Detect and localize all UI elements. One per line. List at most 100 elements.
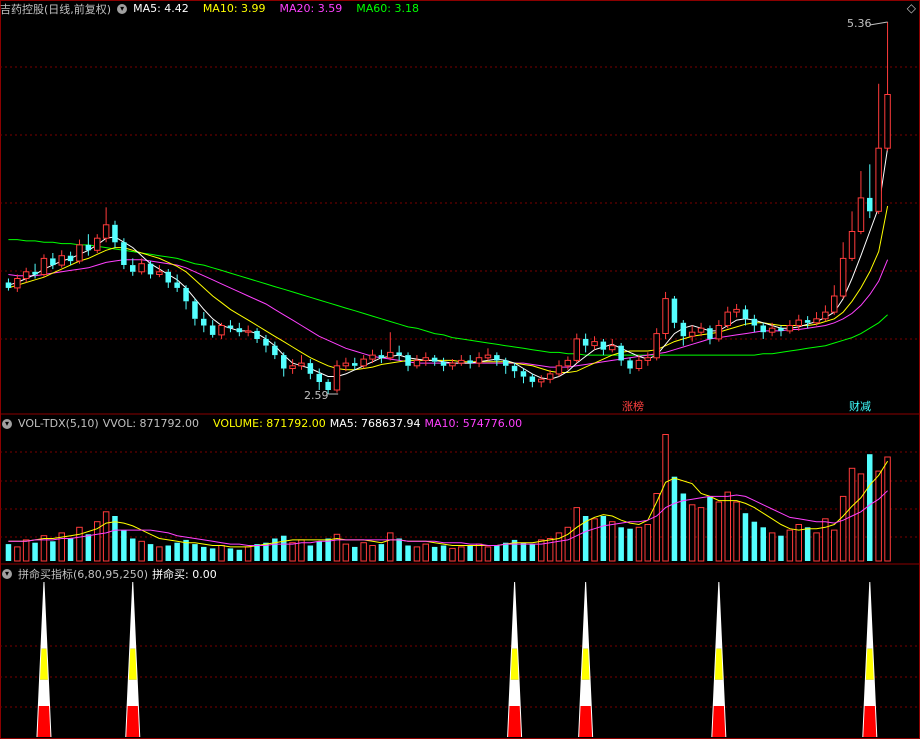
candle-body xyxy=(289,365,296,369)
candle-body xyxy=(130,265,136,272)
signal-spike-segment xyxy=(713,679,725,706)
volume-bar xyxy=(839,495,847,562)
volume-bar xyxy=(529,544,536,561)
volume-bar xyxy=(130,538,136,561)
volume-bar xyxy=(618,527,624,561)
volume-bar xyxy=(254,544,260,561)
chevron-down-icon[interactable]: ▾ xyxy=(117,3,128,14)
candle-body xyxy=(618,345,624,361)
candle-body xyxy=(440,361,447,366)
candle-body xyxy=(573,338,580,361)
chevron-down-icon[interactable]: ▾ xyxy=(2,418,12,429)
volume-bar xyxy=(244,546,252,562)
diamond-icon[interactable]: ◇ xyxy=(907,1,916,15)
candle-body xyxy=(662,298,669,335)
volume-bar xyxy=(227,548,234,561)
candle-body xyxy=(201,318,207,326)
candle-body xyxy=(707,328,713,339)
volume-bar xyxy=(831,529,838,562)
indicator-name: 拼命买指标(6,80,95,250) xyxy=(18,567,149,581)
volume-bar xyxy=(680,493,687,561)
candle-body xyxy=(369,354,376,360)
vvol-label: VVOL: 871792.00 xyxy=(102,417,200,430)
candle-body xyxy=(333,365,341,391)
volume-bar xyxy=(325,538,331,561)
candle-body xyxy=(653,333,660,359)
volume-bar xyxy=(591,518,598,562)
ma20-label: MA20: 3.59 xyxy=(279,2,343,15)
candle-body xyxy=(58,255,65,266)
volume-bar xyxy=(352,546,358,561)
volume-bar xyxy=(635,526,643,562)
volume-bar xyxy=(627,528,633,561)
candle-body xyxy=(147,263,154,275)
signal-spike-segment xyxy=(864,679,876,706)
volume-bar xyxy=(609,521,616,562)
candle-body xyxy=(724,311,731,327)
signal-spike-segment xyxy=(38,679,50,706)
event-badge-rank[interactable]: 涨榜 xyxy=(622,400,644,414)
volume-bar xyxy=(272,538,278,561)
candle-body xyxy=(600,341,607,350)
candle-body xyxy=(387,351,394,359)
volume-bar xyxy=(316,541,322,561)
candle-body xyxy=(609,345,616,351)
candle-body xyxy=(5,282,12,288)
volume-bar xyxy=(671,476,678,561)
volume-bar xyxy=(147,544,154,561)
candle-body xyxy=(582,338,589,346)
candle-body xyxy=(396,352,402,356)
volume-bar xyxy=(538,539,545,562)
volume-bar xyxy=(32,542,38,561)
candle-body xyxy=(254,330,260,339)
candle-body xyxy=(405,355,411,366)
signal-spike-segment xyxy=(509,679,521,706)
volume-bar xyxy=(289,542,296,562)
volume-bar xyxy=(201,546,207,561)
candle-body xyxy=(138,263,145,273)
signal-spike-segment xyxy=(36,706,51,737)
volume-bar xyxy=(138,540,145,562)
volume-bar xyxy=(50,541,56,561)
volume-bar xyxy=(768,532,776,562)
volume-bar xyxy=(484,546,492,562)
candle-body xyxy=(14,278,21,289)
candle-body xyxy=(813,318,820,324)
candle-body xyxy=(316,373,322,382)
volume-bar xyxy=(236,549,243,561)
candle-body xyxy=(272,345,278,356)
volume-bar xyxy=(778,535,784,561)
volume-bar xyxy=(22,539,30,562)
candle-body xyxy=(244,330,252,333)
volume-bar xyxy=(112,516,118,561)
volume-bar xyxy=(653,493,660,562)
volume-bar xyxy=(688,504,696,562)
volume-bar xyxy=(857,473,865,562)
high-price-label: 5.36 xyxy=(847,17,872,30)
volume-bar xyxy=(156,546,163,562)
volume-bar xyxy=(174,542,180,561)
candle-body xyxy=(688,331,696,337)
volume-bar xyxy=(342,543,350,562)
candle-body xyxy=(680,322,687,337)
volume-bar xyxy=(786,529,794,562)
candle-body xyxy=(281,355,287,369)
volume-bar xyxy=(360,542,367,562)
chevron-down-icon[interactable]: ▾ xyxy=(2,568,12,579)
event-badge-finance[interactable]: 财减 xyxy=(849,400,871,414)
candle-body xyxy=(85,244,92,251)
candle-body xyxy=(635,359,643,369)
volume-bar xyxy=(102,511,110,562)
candle-body xyxy=(298,362,305,367)
volume-bar xyxy=(813,532,820,562)
volume-bar xyxy=(751,521,758,561)
candle-body xyxy=(50,258,56,266)
candle-body xyxy=(848,231,856,259)
signal-spike-segment xyxy=(862,706,877,737)
candle-body xyxy=(22,271,30,279)
ma10-label: MA10: 3.99 xyxy=(202,2,266,15)
candle-body xyxy=(867,197,873,212)
kline-chart[interactable] xyxy=(0,0,920,739)
candle-body xyxy=(627,360,633,369)
candle-body xyxy=(697,327,705,333)
